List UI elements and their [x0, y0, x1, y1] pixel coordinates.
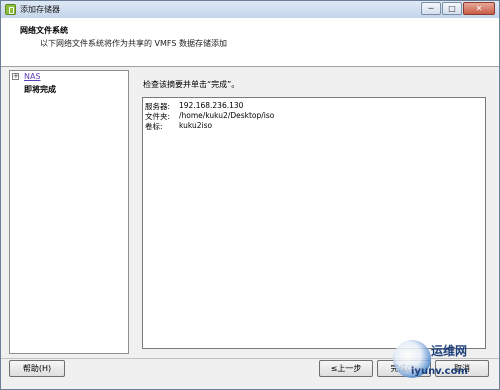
window-title: 添加存储器: [20, 5, 60, 14]
instruction-text: 检查该摘要并单击“完成”。: [143, 80, 240, 89]
finish-button[interactable]: 完成(F): [377, 360, 431, 377]
window-controls: ─ □ ✕: [421, 2, 495, 15]
main-content: 检查该摘要并单击“完成”。 服务器: 192.168.236.130 文件夹: …: [136, 70, 492, 354]
footer-divider: [1, 358, 499, 359]
back-button[interactable]: ≤上一步: [319, 360, 373, 377]
maximize-button[interactable]: □: [442, 2, 462, 15]
summary-box[interactable]: 服务器: 192.168.236.130 文件夹: /home/kuku2/De…: [142, 97, 486, 349]
app-icon: [5, 4, 16, 15]
summary-value: kuku2iso: [179, 121, 213, 130]
step-link-nas[interactable]: NAS: [24, 72, 41, 81]
page-title: 网络文件系统: [20, 26, 68, 35]
page-subtitle: 以下网络文件系统将作为共享的 VMFS 数据存储添加: [40, 39, 227, 48]
summary-label: 卷标:: [145, 122, 163, 131]
minimize-button[interactable]: ─: [421, 2, 441, 15]
wizard-steps-panel: + NAS 即将完成: [9, 70, 129, 354]
summary-value: 192.168.236.130: [179, 101, 244, 110]
wizard-header: 网络文件系统 以下网络文件系统将作为共享的 VMFS 数据存储添加: [1, 18, 499, 67]
cancel-button[interactable]: 取消: [435, 360, 489, 377]
title-bar[interactable]: 添加存储器 ─ □ ✕: [1, 1, 499, 19]
add-storage-dialog: 添加存储器 ─ □ ✕ 网络文件系统 以下网络文件系统将作为共享的 VMFS 数…: [0, 0, 500, 390]
summary-value: /home/kuku2/Desktop/iso: [179, 111, 275, 120]
expand-icon[interactable]: +: [12, 73, 19, 80]
help-button[interactable]: 帮助(H): [9, 360, 65, 377]
close-button[interactable]: ✕: [463, 2, 495, 15]
step-current-ready-to-complete: 即将完成: [24, 85, 56, 94]
